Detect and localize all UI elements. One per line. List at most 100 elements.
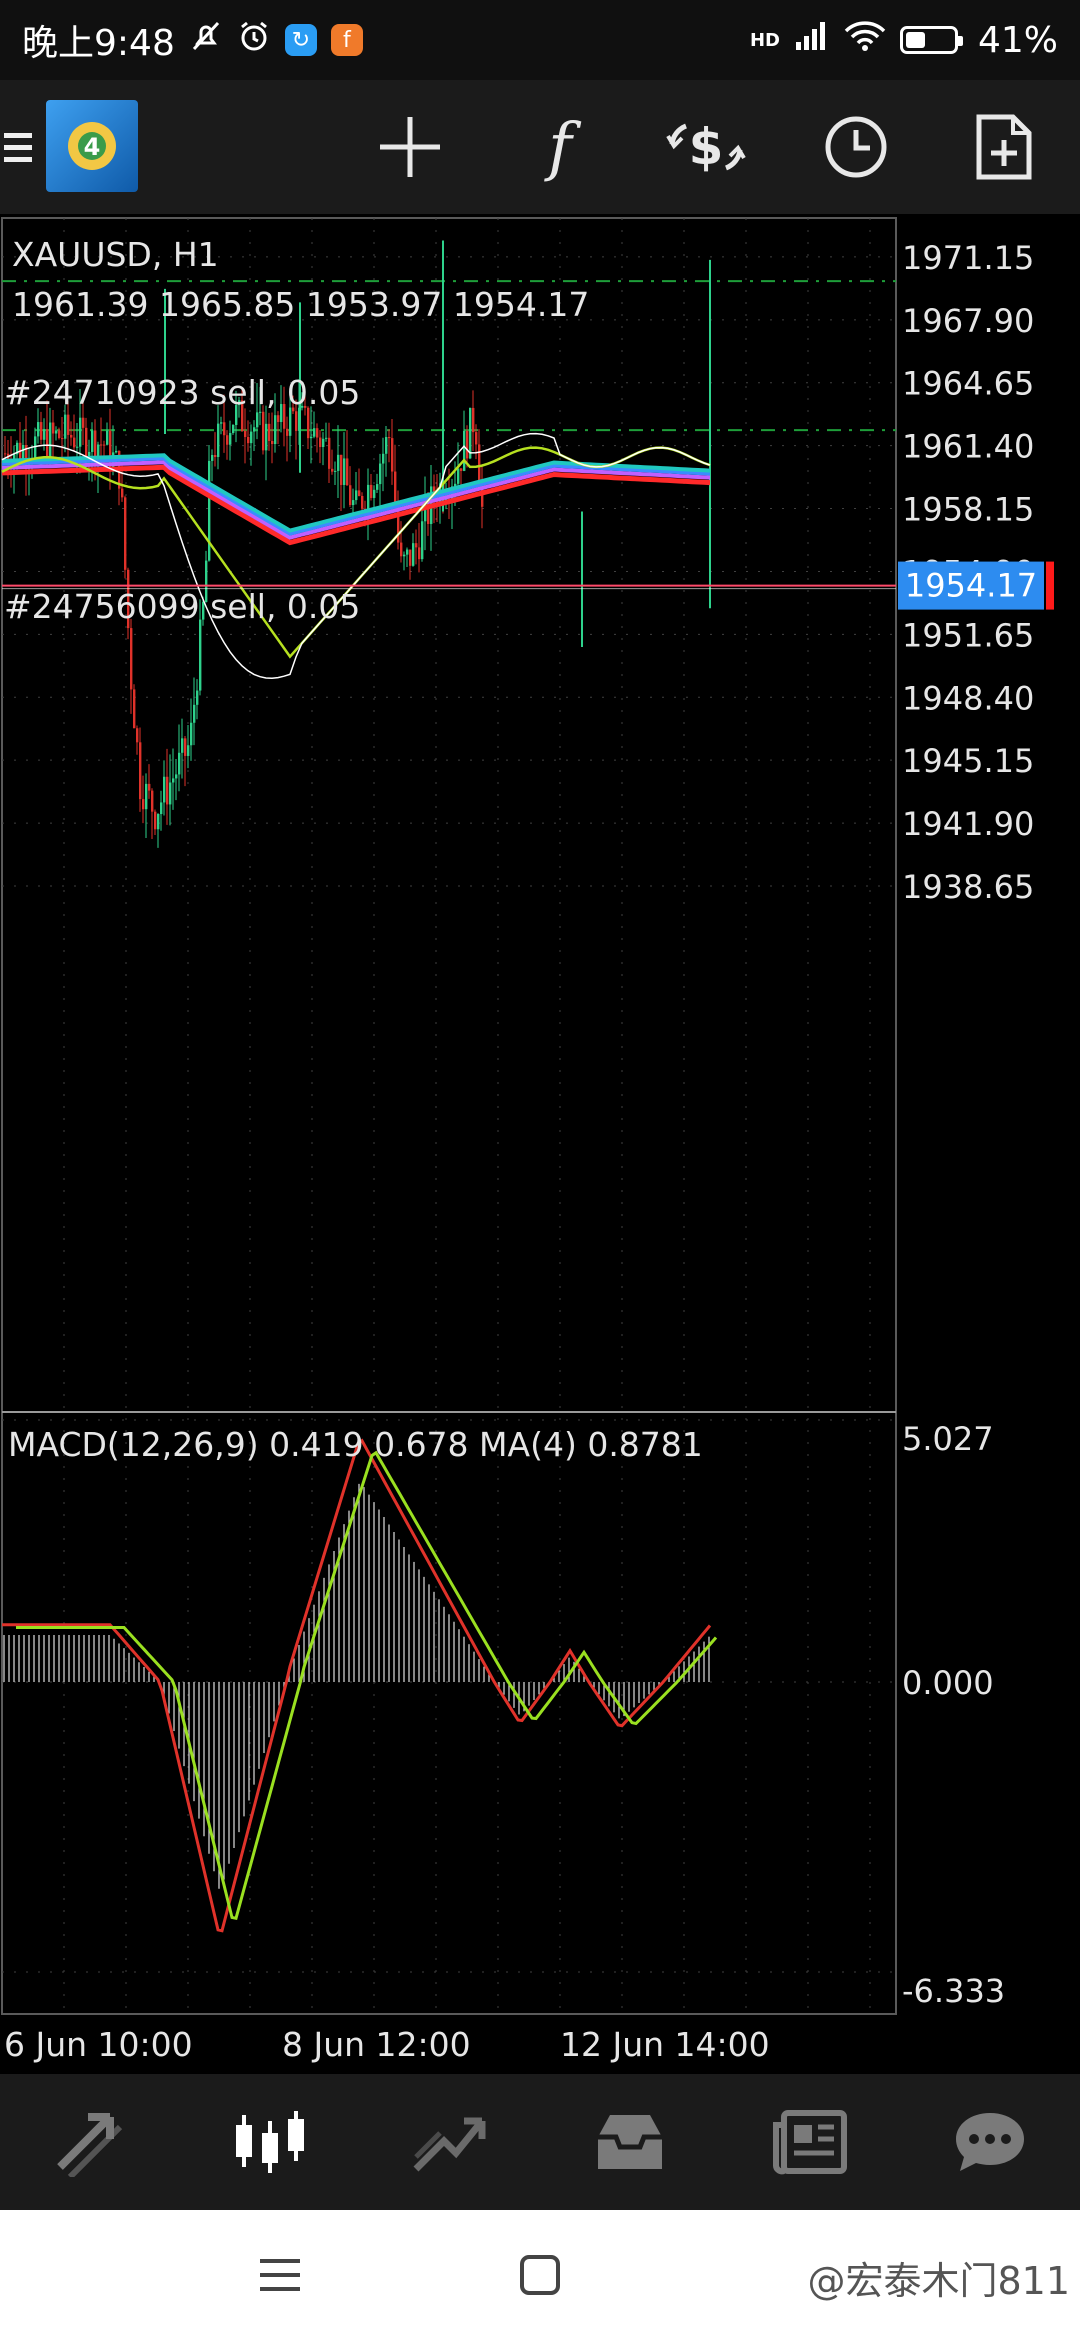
candle-body [400, 542, 403, 557]
price-chart-area[interactable]: XAUUSD, H1 1961.39 1965.85 1953.97 1954.… [0, 176, 1080, 2074]
price-axis-label: 1938.65 [902, 868, 1034, 906]
candle-body [340, 454, 343, 485]
newspaper-icon [773, 2110, 847, 2175]
price-axis-label: 1948.40 [902, 679, 1034, 717]
candle-body [379, 463, 382, 485]
time-axis-label: 6 Jun 10:00 [4, 2025, 193, 2064]
price-axis-label: 1951.65 [902, 616, 1034, 654]
candle-body [406, 549, 409, 555]
candle-body [160, 802, 163, 815]
timeframe-icon[interactable] [806, 80, 906, 214]
candle-body [352, 500, 355, 506]
crosshair-icon[interactable] [360, 80, 460, 214]
macd-label: MACD(12,26,9) 0.419 0.678 MA(4) 0.8781 [8, 1425, 703, 1464]
candle-body [55, 430, 58, 434]
candle-body [211, 455, 214, 461]
new-order-icon[interactable] [954, 80, 1054, 214]
order-label: #24710923 sell, 0.05 [4, 373, 360, 412]
home-icon[interactable] [500, 2210, 580, 2340]
candle-body [100, 444, 103, 446]
candle-body [226, 435, 229, 445]
candle-body [184, 738, 187, 756]
time-axis-label: 12 Jun 14:00 [560, 2025, 770, 2064]
candle-body [58, 430, 61, 439]
candle-body [262, 411, 265, 451]
candle-body [319, 437, 322, 447]
candle-body [73, 437, 76, 448]
candle-body [187, 745, 190, 756]
candle-body [157, 814, 160, 830]
candlestick-chart[interactable]: XAUUSD, H1 1961.39 1965.85 1953.97 1954.… [0, 176, 1080, 2074]
candle-body [151, 790, 154, 812]
candle-body [361, 495, 364, 509]
history-tab[interactable] [580, 2092, 680, 2192]
candle-body [46, 429, 49, 458]
candle-body [106, 430, 109, 445]
candle-body [67, 414, 70, 435]
candle-body [76, 446, 79, 448]
candle-body [199, 619, 202, 691]
battery-icon [899, 26, 963, 54]
candle-body [130, 628, 133, 690]
price-axis-label: 1971.15 [902, 239, 1034, 277]
trade-icon[interactable]: $ [656, 80, 756, 214]
candle-body [214, 455, 217, 458]
candle-body [373, 489, 376, 498]
candle-body [412, 543, 415, 566]
candle-body [22, 444, 25, 460]
macd-axis-label: 5.027 [902, 1420, 994, 1458]
trade-tab[interactable] [400, 2092, 500, 2192]
news-tab[interactable] [760, 2092, 860, 2192]
candle-body [466, 430, 469, 459]
candle-body [469, 407, 472, 459]
candle-body [40, 422, 43, 440]
chart-toolbar: 4 f $ [0, 80, 1080, 214]
candle-body [394, 471, 397, 504]
candle-body [124, 497, 127, 570]
candle-body [277, 415, 280, 422]
candle-body [244, 430, 247, 437]
candle-body [310, 436, 313, 439]
candle-body [331, 468, 334, 472]
candle-body [166, 776, 169, 805]
price-axis: 1974.401971.151967.901964.651961.401958.… [902, 176, 1034, 906]
candle-body [334, 470, 337, 472]
hamburger-menu-icon[interactable] [0, 80, 40, 214]
price-axis-label: 1958.15 [902, 491, 1034, 529]
recent-apps-icon[interactable] [240, 2210, 320, 2340]
candlestick-icon [236, 2111, 304, 2173]
candle-body [472, 407, 475, 433]
current-price-marker [1046, 561, 1054, 610]
messages-tab[interactable] [940, 2092, 1040, 2192]
candle-body [49, 422, 52, 458]
status-time: 晚上9:48 [22, 23, 175, 64]
quotes-tab[interactable] [40, 2092, 140, 2192]
candles [4, 240, 711, 848]
candle-body [415, 543, 418, 548]
candle-body [175, 774, 178, 779]
candle-body [79, 417, 82, 447]
mute-icon [189, 19, 223, 62]
candle-body [70, 434, 73, 438]
candle-body [307, 407, 310, 439]
candle-body [52, 422, 55, 434]
indicators-icon[interactable]: f [510, 80, 610, 214]
candle-body [418, 547, 421, 560]
svg-text:$: $ [689, 118, 724, 176]
candle-body [316, 428, 319, 438]
candle-body [133, 689, 136, 729]
candle-body [172, 778, 175, 783]
candle-body [253, 427, 256, 432]
candle-body [382, 453, 385, 464]
candle-body [343, 458, 346, 485]
candle-body [370, 484, 373, 498]
candle-body [421, 521, 424, 560]
system-navigation-bar: @宏泰木门811 [0, 2210, 1080, 2340]
candle-body [322, 438, 325, 447]
candle-body [223, 422, 226, 436]
time-axis-label: 8 Jun 12:00 [282, 2025, 471, 2064]
app-notification-icon: ↻ [284, 24, 317, 56]
chart-tab[interactable] [220, 2092, 320, 2192]
candle-body [85, 427, 88, 460]
candle-body [286, 428, 289, 436]
